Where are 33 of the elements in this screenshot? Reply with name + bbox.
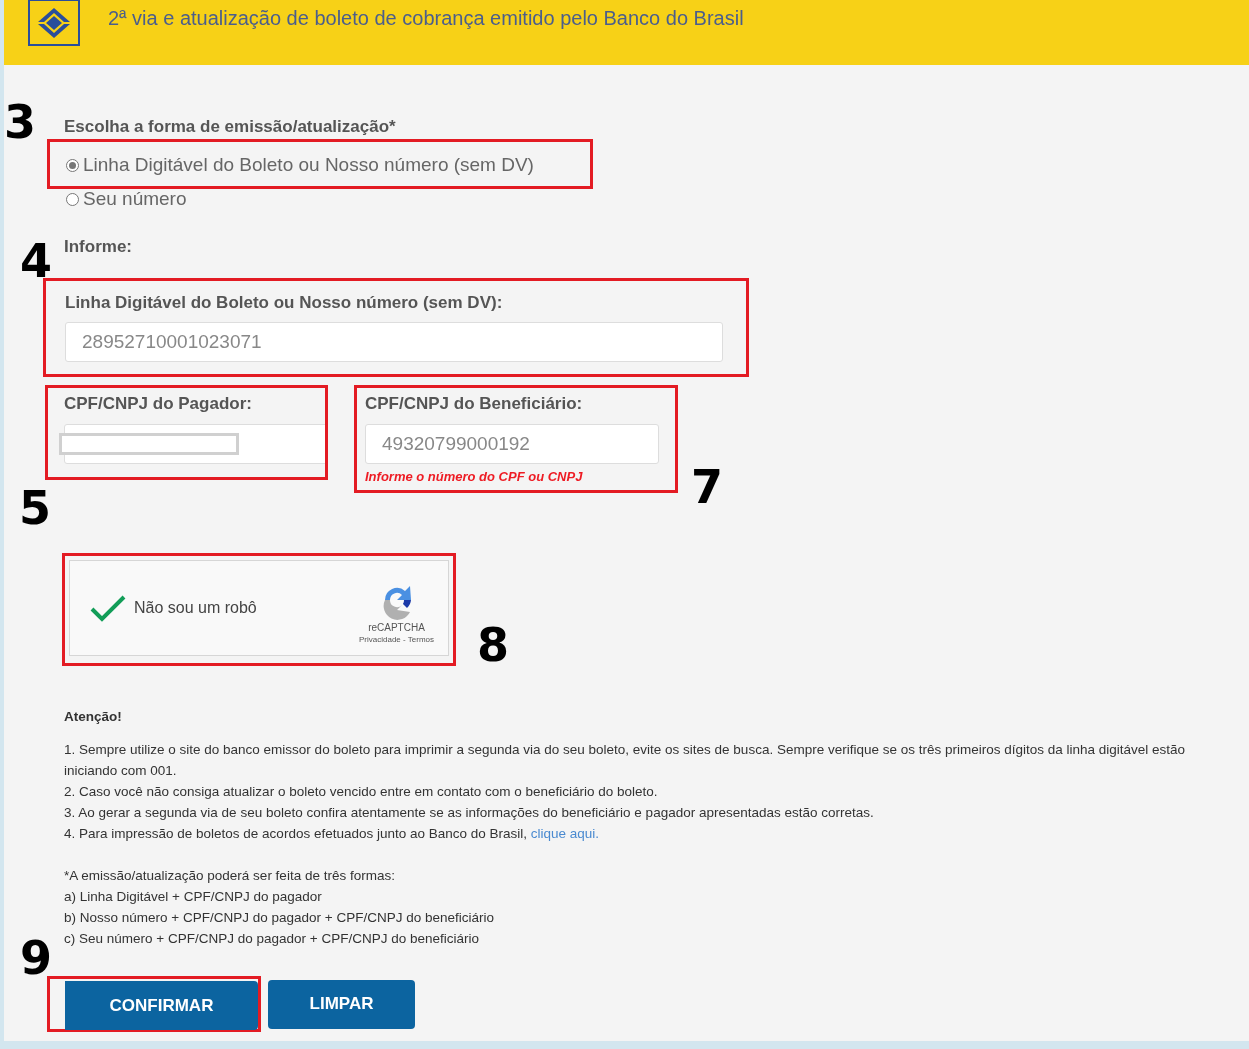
annotation-number: 3 xyxy=(4,99,36,145)
notes-title: Atenção! xyxy=(64,708,123,726)
radio-option[interactable]: Seu número xyxy=(66,188,187,210)
notice-item: 3. Ao gerar a segunda via de seu boleto confira atentamente se as informações do beneficiário e pagador apresentadas estão corretas. xyxy=(64,804,875,822)
field-label: Linha Digitável do Boleto ou Nosso número (sem DV): xyxy=(65,293,503,312)
checkmark-icon[interactable] xyxy=(90,594,126,622)
captcha-label: Não sou um robô xyxy=(134,599,258,617)
footnote-line: c) Seu número + CPF/CNPJ do pagador + CPF/CNPJ do beneficiário xyxy=(64,930,480,948)
field-label: CPF/CNPJ do Pagador: xyxy=(64,394,252,413)
error-message: Informe o número do CPF ou CNPJ xyxy=(365,469,584,484)
form-label: Escolha a forma de emissão/atualização* xyxy=(64,117,396,137)
notice-item: 4. Para impressão de boletos de acordos efetuados junto ao Banco do Brasil, clique aqui. xyxy=(64,825,601,843)
annotation-number: 5 xyxy=(19,485,51,531)
input-field[interactable]: 49320799000192 xyxy=(365,424,659,464)
captcha-links[interactable]: Privacidade - Termos xyxy=(359,635,434,644)
captcha-brand: reCAPTCHA xyxy=(368,622,425,633)
clear-button[interactable]: LIMPAR xyxy=(268,979,415,1029)
footnote-line: b) Nosso número + CPF/CNPJ do pagador + CPF/CNPJ do beneficiário xyxy=(64,909,495,927)
annotation-number: 4 xyxy=(20,238,52,284)
footnote-line: *A emissão/atualização poderá ser feita de três formas: xyxy=(64,867,396,885)
annotation-number: 8 xyxy=(477,622,509,668)
field-label: CPF/CNPJ do Beneficiário: xyxy=(365,394,583,413)
page-title: 2ª via e atualização de boleto de cobrança emitido pelo Banco do Brasil xyxy=(108,7,744,30)
confirm-button[interactable]: CONFIRMAR xyxy=(65,981,258,1030)
annotation-number: 9 xyxy=(20,935,52,981)
help-link[interactable]: clique aqui. xyxy=(530,826,600,841)
radio-option[interactable]: Linha Digitável do Boleto ou Nosso número (sem DV) xyxy=(66,154,534,176)
section-label: Informe: xyxy=(64,237,132,257)
annotation-number: 7 xyxy=(691,464,723,510)
input-field[interactable]: 28952710001023071 xyxy=(65,322,723,362)
footnote-line: a) Linha Digitável + CPF/CNPJ do pagador xyxy=(64,888,323,906)
notice-item: 2. Caso você não consiga atualizar o boleto vencido entre em contato com o beneficiário do boleto. xyxy=(64,783,659,801)
notice-item: 1. Sempre utilize o site do banco emissor do boleto para imprimir a segunda via do seu boleto, evite os sites de busca. Sempre verifique se os três primeiros dígitos da linha digitável estão iniciando com 001. xyxy=(64,741,1187,780)
